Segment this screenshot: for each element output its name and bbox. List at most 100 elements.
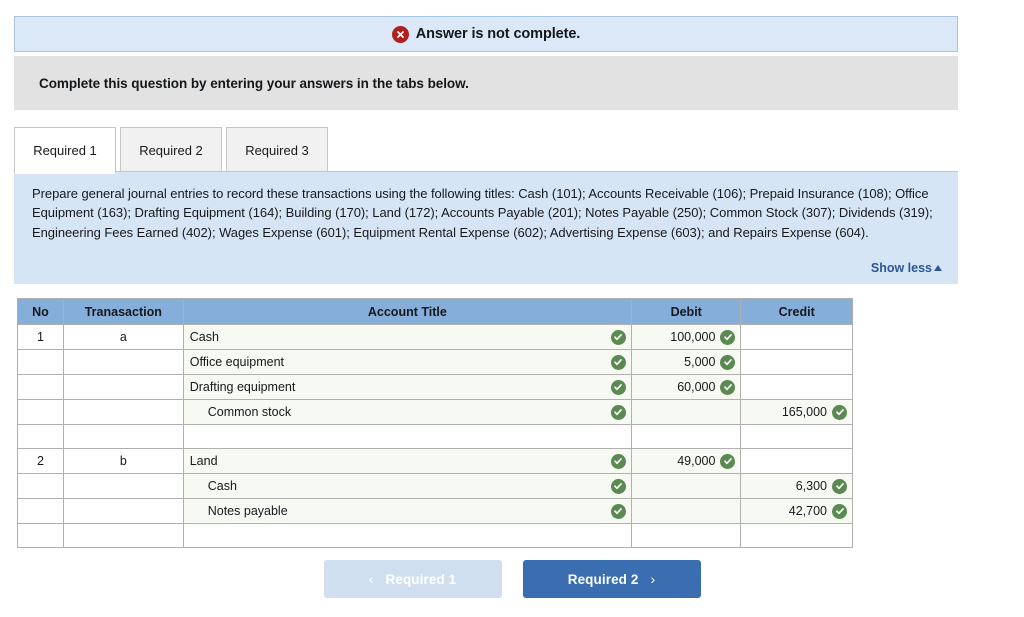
cell-credit[interactable]: 6,300: [740, 473, 853, 499]
cell-debit[interactable]: [630, 498, 742, 524]
journal-entry-table: No Tranasaction Account Title Debit Cred…: [17, 298, 853, 548]
debit-correct-check-icon: [720, 453, 736, 469]
cell-transaction: [62, 498, 184, 524]
table-row: 2 b Land 49,000: [17, 448, 853, 474]
tab-required-1[interactable]: Required 1: [14, 127, 116, 174]
cell-transaction: a: [62, 324, 184, 350]
cell-no: [17, 374, 64, 400]
column-header-account-title: Account Title: [182, 298, 632, 325]
table-header-row: No Tranasaction Account Title Debit Cred…: [17, 298, 853, 325]
cell-debit[interactable]: 100,000: [630, 324, 742, 350]
cell-no: [17, 473, 64, 499]
debit-correct-check-icon: [720, 354, 736, 370]
account-correct-check-icon: [610, 329, 626, 345]
requirement-description-panel: Prepare general journal entries to recor…: [14, 171, 958, 284]
account-correct-check-icon: [610, 379, 626, 395]
cell-no: [17, 399, 64, 425]
debit-amount-text: 100,000: [670, 330, 716, 344]
requirement-tabs: Required 1 Required 2 Required 3: [14, 125, 958, 174]
credit-correct-check-icon: [832, 404, 847, 420]
cell-credit[interactable]: 42,700: [740, 498, 853, 524]
cell-debit[interactable]: [630, 424, 742, 449]
account-correct-check-icon: [610, 503, 626, 519]
cell-account-title[interactable]: Notes payable: [182, 498, 632, 524]
debit-amount-text: 49,000: [677, 454, 716, 468]
cell-account-title[interactable]: [182, 424, 632, 449]
cell-debit[interactable]: 5,000: [630, 349, 742, 375]
prev-requirement-button[interactable]: ‹ Required 1: [323, 560, 502, 598]
debit-amount-text: 60,000: [677, 380, 716, 394]
table-row: Common stock 165,000: [17, 399, 853, 425]
cell-credit[interactable]: [740, 523, 853, 548]
tab-required-2[interactable]: Required 2: [120, 127, 222, 173]
chevron-left-icon: ‹: [368, 571, 374, 587]
alert-content: Answer is not complete.: [391, 25, 581, 43]
cell-no: [17, 424, 64, 449]
cell-debit[interactable]: [630, 523, 742, 548]
cell-transaction: b: [62, 448, 184, 474]
cell-credit[interactable]: 165,000: [740, 399, 853, 425]
tab-required-3[interactable]: Required 3: [226, 127, 328, 173]
next-requirement-button[interactable]: Required 2 ›: [522, 560, 701, 598]
cell-account-title[interactable]: Office equipment: [182, 349, 632, 375]
account-correct-check-icon: [610, 354, 626, 370]
question-page: Answer is not complete. Complete this qu…: [0, 0, 1024, 617]
cell-credit[interactable]: [740, 374, 853, 400]
table-row-empty: [17, 424, 853, 449]
cell-account-title[interactable]: [182, 523, 632, 548]
cell-transaction: [62, 523, 184, 548]
answer-status-banner: Answer is not complete.: [14, 16, 958, 52]
table-row: Office equipment 5,000: [17, 349, 853, 375]
chevron-right-icon: ›: [650, 571, 656, 587]
requirement-description-text: Prepare general journal entries to recor…: [32, 186, 933, 240]
debit-correct-check-icon: [720, 379, 736, 395]
tab-required-2-label: Required 2: [139, 143, 203, 158]
table-row: Drafting equipment 60,000: [17, 374, 853, 400]
show-less-toggle[interactable]: Show less: [871, 261, 942, 275]
cell-credit[interactable]: [740, 349, 853, 375]
cell-debit[interactable]: [630, 399, 742, 425]
account-title-text: Office equipment: [189, 355, 285, 369]
cell-account-title[interactable]: Land: [182, 448, 632, 474]
show-less-label: Show less: [870, 261, 932, 275]
cell-debit[interactable]: [630, 473, 742, 499]
cell-credit[interactable]: [740, 448, 853, 474]
error-x-icon: [391, 25, 409, 43]
cell-no: [17, 498, 64, 524]
table-row: Cash 6,300: [17, 473, 853, 499]
alert-message: Answer is not complete.: [415, 26, 581, 42]
cell-credit[interactable]: [740, 424, 853, 449]
account-title-text: Drafting equipment: [189, 380, 296, 394]
credit-correct-check-icon: [832, 503, 847, 519]
cell-debit[interactable]: 60,000: [630, 374, 742, 400]
account-title-text: Cash: [189, 330, 219, 344]
cell-transaction: [62, 473, 184, 499]
cell-credit[interactable]: [740, 324, 853, 350]
cell-no: [17, 523, 64, 548]
table-row: 1 a Cash 100,000: [17, 324, 853, 350]
prev-requirement-label: Required 1: [385, 571, 457, 587]
column-header-no: No: [17, 298, 64, 325]
instruction-text: Complete this question by entering your …: [39, 75, 469, 91]
next-requirement-label: Required 2: [567, 571, 639, 587]
account-correct-check-icon: [610, 478, 626, 494]
requirement-navigation: ‹ Required 1 Required 2 ›: [0, 560, 1024, 598]
cell-transaction: [62, 374, 184, 400]
credit-amount-text: 165,000: [781, 405, 827, 419]
account-title-text: Land: [189, 454, 218, 468]
table-row-empty: [17, 523, 853, 548]
account-title-text: Cash: [207, 479, 237, 493]
cell-transaction: [62, 349, 184, 375]
instruction-bar: Complete this question by entering your …: [14, 56, 958, 110]
table-row: Notes payable 42,700: [17, 498, 853, 524]
column-header-debit: Debit: [630, 298, 742, 325]
cell-account-title[interactable]: Drafting equipment: [182, 374, 632, 400]
cell-account-title[interactable]: Cash: [182, 473, 632, 499]
account-title-text: Notes payable: [207, 504, 288, 518]
cell-account-title[interactable]: Cash: [182, 324, 632, 350]
cell-no: [17, 349, 64, 375]
cell-no: 1: [17, 324, 64, 350]
account-correct-check-icon: [610, 404, 626, 420]
cell-account-title[interactable]: Common stock: [182, 399, 632, 425]
cell-debit[interactable]: 49,000: [630, 448, 742, 474]
